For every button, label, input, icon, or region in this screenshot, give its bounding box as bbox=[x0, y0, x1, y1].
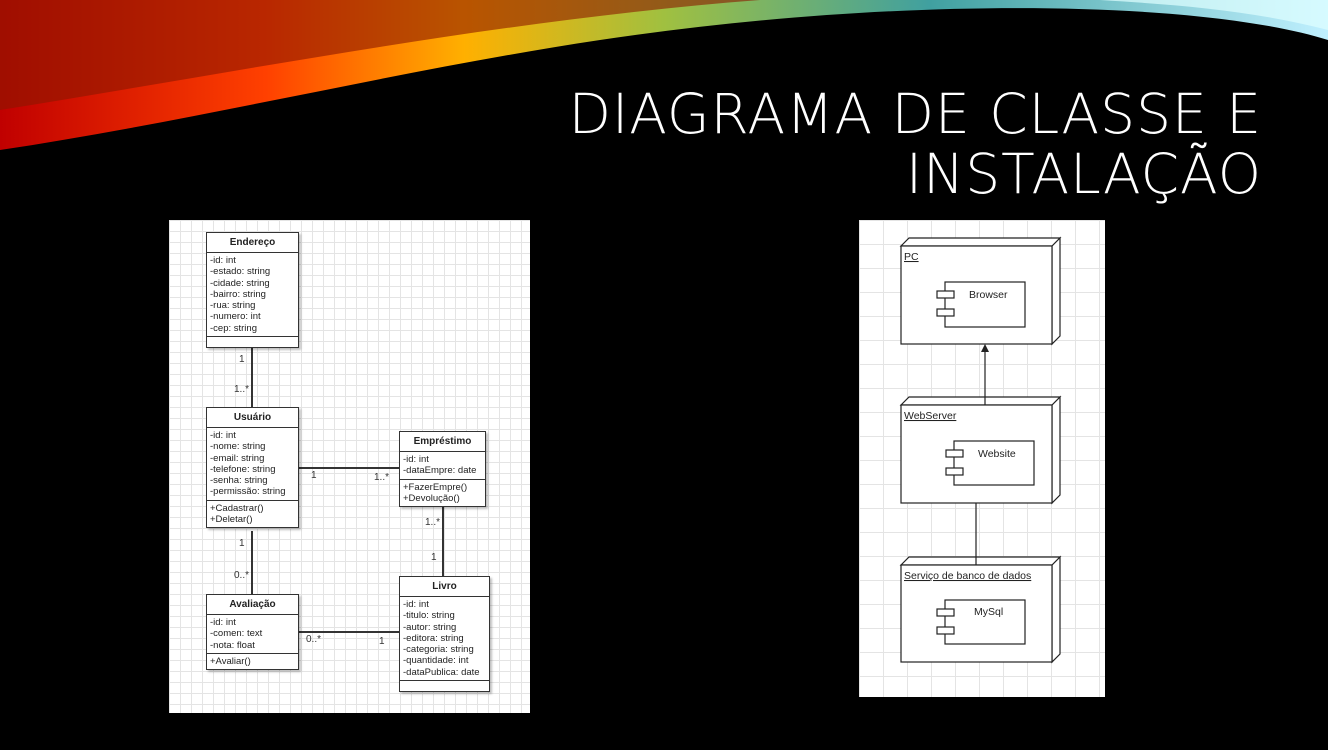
class-livro: Livro -id: int -titulo: string -autor: stri… bbox=[399, 576, 490, 693]
class-methods bbox=[400, 681, 489, 691]
component-icon bbox=[936, 608, 955, 617]
class-attribute: -id: int bbox=[210, 255, 236, 266]
class-diagram: 1 1..* 1 1..* 1..* 1 1 0..* 0..* 1 Ender… bbox=[169, 220, 530, 713]
component-icon bbox=[936, 626, 955, 635]
multiplicity-label: 1..* bbox=[234, 384, 250, 395]
class-method: +FazerEmpre() bbox=[403, 481, 468, 493]
class-attributes: -id: int -estado: string -cidade: string -b… bbox=[207, 253, 298, 338]
class-method: +Cadastrar() bbox=[210, 502, 264, 514]
class-attribute: -telefone: string bbox=[210, 463, 276, 475]
class-methods: +Cadastrar() +Deletar() bbox=[207, 501, 298, 528]
multiplicity-label: 1 bbox=[431, 552, 437, 563]
multiplicity-label: 1..* bbox=[374, 472, 390, 483]
class-methods: +FazerEmpre() +Devolução() bbox=[400, 480, 485, 507]
class-attribute: -cidade: string bbox=[210, 277, 270, 289]
multiplicity-label: 0..* bbox=[234, 570, 250, 581]
class-method: +Devolução() bbox=[403, 492, 460, 504]
assoc-line bbox=[251, 343, 253, 407]
class-attribute: -estado: string bbox=[210, 266, 271, 278]
class-usuario: Usuário -id: int -nome: string -email: stri… bbox=[206, 407, 299, 529]
class-avaliacao: Avaliação -id: int -comen: text -nota: floa… bbox=[206, 594, 299, 671]
class-method: +Deletar() bbox=[210, 514, 253, 526]
multiplicity-label: 1 bbox=[379, 636, 385, 647]
class-methods: +Avaliar() bbox=[207, 654, 298, 669]
class-attribute: -numero: int bbox=[210, 311, 261, 323]
slide-title: DIAGRAMA DE CLASSE E INSTALAÇÃO bbox=[569, 84, 1262, 204]
node-label-database: Serviço de banco de dados bbox=[904, 570, 1031, 582]
class-emprestimo: Empréstimo -id: int -dataEmpre: date +Fazer… bbox=[399, 431, 486, 508]
class-name: Endereço bbox=[207, 233, 298, 253]
class-method: +Avaliar() bbox=[210, 655, 251, 667]
multiplicity-label: 0..* bbox=[306, 634, 322, 645]
class-attribute: -id: int bbox=[403, 454, 429, 465]
slide-title-line-2: INSTALAÇÃO bbox=[905, 142, 1262, 206]
class-attribute: -senha: string bbox=[210, 475, 268, 487]
multiplicity-label: 1 bbox=[311, 470, 317, 481]
class-attribute: -comen: text bbox=[210, 628, 263, 640]
deployment-diagram: PC Browser WebServer Website Serviço de … bbox=[859, 220, 1105, 697]
class-attribute: -id: int bbox=[210, 430, 236, 441]
class-attribute: -rua: string bbox=[210, 300, 256, 312]
component-icon bbox=[945, 467, 964, 476]
assoc-line bbox=[297, 467, 399, 469]
component-icon bbox=[945, 449, 964, 458]
assoc-line bbox=[442, 507, 444, 576]
class-attributes: -id: int -titulo: string -autor: string -ed… bbox=[400, 597, 489, 682]
node-label-webserver: WebServer bbox=[904, 410, 957, 422]
class-attribute: -quantidade: int bbox=[403, 655, 469, 667]
node-label-pc: PC bbox=[904, 251, 919, 263]
class-attribute: -titulo: string bbox=[403, 610, 455, 622]
class-attribute: -categoria: string bbox=[403, 644, 474, 656]
component-icon bbox=[936, 308, 955, 317]
multiplicity-label: 1 bbox=[239, 354, 245, 365]
class-attribute: -bairro: string bbox=[210, 288, 266, 300]
class-endereco: Endereço -id: int -estado: string -cidade: … bbox=[206, 232, 299, 349]
component-label-mysql: MySql bbox=[974, 606, 1003, 618]
class-methods bbox=[207, 337, 298, 347]
multiplicity-label: 1 bbox=[239, 538, 245, 549]
class-name: Avaliação bbox=[207, 595, 298, 615]
class-name: Usuário bbox=[207, 408, 298, 428]
assoc-line bbox=[297, 631, 399, 633]
class-attribute: -nome: string bbox=[210, 441, 266, 453]
class-attribute: -autor: string bbox=[403, 621, 457, 633]
class-attribute: -id: int bbox=[403, 599, 429, 610]
component-label-browser: Browser bbox=[969, 289, 1008, 301]
class-attribute: -permissão: string bbox=[210, 486, 286, 498]
class-attribute: -nota: float bbox=[210, 639, 255, 651]
deployment-canvas: PC Browser WebServer Website Serviço de … bbox=[899, 236, 1062, 664]
component-label-website: Website bbox=[978, 448, 1016, 460]
class-attributes: -id: int -dataEmpre: date bbox=[400, 452, 485, 480]
class-attribute: -email: string bbox=[210, 452, 265, 464]
class-name: Livro bbox=[400, 577, 489, 597]
class-attribute: -dataPublica: date bbox=[403, 666, 480, 678]
class-attribute: -editora: string bbox=[403, 632, 464, 644]
component-icon bbox=[936, 290, 955, 299]
class-attribute: -id: int bbox=[210, 617, 236, 628]
assoc-line bbox=[251, 531, 253, 594]
arrowhead-icon bbox=[981, 344, 989, 352]
class-attribute: -cep: string bbox=[210, 322, 257, 334]
class-attribute: -dataEmpre: date bbox=[403, 465, 477, 477]
slide-title-line-1: DIAGRAMA DE CLASSE E bbox=[568, 82, 1262, 146]
multiplicity-label: 1..* bbox=[425, 517, 441, 528]
class-attributes: -id: int -nome: string -email: string -tele… bbox=[207, 428, 298, 501]
class-name: Empréstimo bbox=[400, 432, 485, 452]
class-attributes: -id: int -comen: text -nota: float bbox=[207, 615, 298, 654]
